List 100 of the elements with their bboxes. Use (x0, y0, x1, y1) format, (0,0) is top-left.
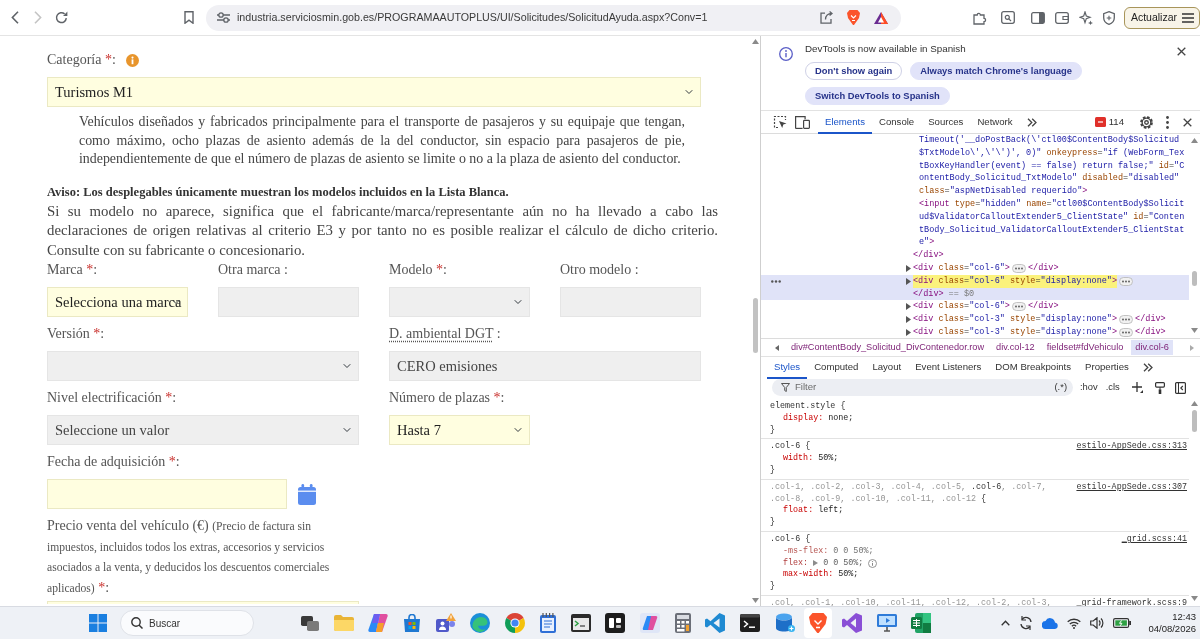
source-link[interactable]: estilo-AppSede.css:307 (1076, 481, 1187, 494)
people-warning-icon[interactable] (435, 613, 456, 633)
dark-tile-icon[interactable] (605, 613, 626, 633)
calculator-icon[interactable] (674, 613, 691, 633)
breadcrumb-item[interactable]: div.col-6 (1131, 339, 1173, 356)
battery-icon[interactable] (1113, 618, 1132, 628)
expand-icon[interactable] (813, 560, 819, 567)
filter-field[interactable]: Filter (.*) (772, 379, 1073, 396)
chevron-up-icon[interactable] (1001, 620, 1011, 626)
info-icon[interactable] (868, 558, 878, 568)
issues-counter[interactable]: 114 (1094, 114, 1124, 130)
notepad-icon[interactable] (539, 613, 556, 633)
infobar-button[interactable]: Don't show again (805, 62, 903, 80)
scroll-down-icon[interactable] (1191, 328, 1198, 333)
plus-icon[interactable] (1131, 382, 1143, 393)
infobar-button[interactable]: Always match Chrome's language (910, 62, 1082, 80)
infobar-button[interactable]: Switch DevTools to Spanish (805, 87, 950, 105)
regex-toggle[interactable]: (.*) (1054, 380, 1067, 395)
puzzle-icon[interactable] (972, 10, 987, 25)
more-tabs-icon[interactable] (1026, 117, 1037, 127)
back-icon[interactable] (11, 11, 19, 24)
menu-icon[interactable] (1182, 12, 1194, 23)
ribbon-icon[interactable] (705, 613, 726, 633)
reload-icon[interactable] (55, 11, 68, 24)
toolbar-toggle[interactable]: :hov (1080, 380, 1098, 395)
bookmark-icon[interactable] (184, 11, 194, 24)
swirl-circle-icon[interactable] (470, 613, 491, 633)
source-link[interactable]: estilo-AppSede.css:313 (1076, 441, 1187, 454)
element-tag[interactable]: <div class="col-3" style="display:none"> (913, 313, 1118, 326)
expand-icon[interactable] (906, 264, 911, 272)
scrollbar-thumb[interactable] (1192, 271, 1197, 286)
monitor-icon[interactable] (876, 614, 897, 632)
swirl-tile-icon[interactable] (639, 613, 660, 633)
element-tag[interactable]: <div class="col-6"> (913, 261, 1010, 275)
shield-icon[interactable] (846, 10, 860, 25)
breadcrumb-item[interactable]: fieldset#fdVehiculo (1042, 339, 1128, 356)
dropdown[interactable]: Hasta 7 (389, 415, 530, 445)
swirl-icon[interactable] (368, 614, 389, 632)
close-icon[interactable] (1183, 117, 1192, 127)
panel-tab[interactable]: Computed (807, 356, 866, 379)
address-bar[interactable]: industria.serviciosmin.gob.es/PROGRAMAAUTOPLUS/UI/Solicitudes/SolicitudAyuda.aspx?Conv=1 (206, 4, 901, 31)
toolbar-toggle[interactable]: .cls (1105, 380, 1120, 395)
more-tabs-icon[interactable] (1142, 363, 1153, 372)
bag-icon[interactable] (403, 614, 422, 632)
panel-tab[interactable]: Event Listeners (908, 356, 989, 379)
shield-cross-icon[interactable] (1102, 10, 1115, 25)
panel-tab[interactable]: Sources (921, 110, 971, 134)
sparkle-icon[interactable] (1078, 10, 1093, 25)
ellipsis-icon[interactable] (1011, 302, 1026, 312)
date-field[interactable] (47, 479, 287, 509)
element-tag[interactable]: <div class="col-6" style="display:none"> (913, 274, 1118, 288)
scrollbar-thumb[interactable] (753, 298, 758, 353)
tune-icon[interactable] (217, 12, 230, 23)
wifi-icon[interactable] (1067, 617, 1082, 629)
tricolor-circle-icon[interactable] (505, 613, 526, 633)
sync-icon[interactable] (1019, 616, 1034, 630)
sidebar-icon[interactable] (1030, 11, 1045, 24)
panel-tab[interactable]: DOM Breakpoints (988, 356, 1079, 379)
task-view-icon[interactable] (301, 615, 319, 631)
source-link[interactable]: _grid.scss:41 (1121, 533, 1187, 546)
sidebar-toggle-icon[interactable] (1174, 381, 1186, 394)
update-button[interactable]: Actualizar (1123, 6, 1200, 29)
source-link[interactable]: _grid-framework.scss:9 (1076, 597, 1187, 610)
ellipsis-icon[interactable] (1119, 315, 1134, 325)
ellipsis-icon[interactable] (1011, 263, 1026, 273)
start-icon[interactable] (89, 614, 107, 632)
scroll-up-icon[interactable] (1191, 401, 1198, 406)
element-tag[interactable]: <div class="col-3" style="display:none"> (913, 325, 1118, 339)
breadcrumb-item[interactable]: div.col-12 (992, 339, 1039, 356)
panel-tab[interactable]: Network (970, 110, 1020, 134)
speaker-icon[interactable] (1090, 617, 1105, 629)
scroll-down-icon[interactable] (1191, 596, 1198, 601)
expand-icon[interactable] (906, 328, 911, 336)
wallet-icon[interactable] (1054, 11, 1069, 24)
scroll-down-icon[interactable] (752, 598, 759, 603)
panel-tab[interactable]: Console (872, 110, 922, 134)
tab-search-icon[interactable] (1000, 11, 1015, 24)
cloud-icon[interactable] (1042, 617, 1059, 629)
shield-icon[interactable] (804, 608, 833, 638)
share-icon[interactable] (819, 11, 833, 24)
ellipsis-icon[interactable] (1119, 327, 1134, 337)
scroll-up-icon[interactable] (752, 39, 759, 44)
element-tag[interactable]: <div class="col-6"> (913, 300, 1010, 314)
scroll-up-icon[interactable] (1191, 138, 1198, 143)
close-icon[interactable] (1177, 47, 1186, 56)
database-icon[interactable] (774, 613, 795, 633)
spreadsheet-icon[interactable] (911, 613, 932, 633)
roller-icon[interactable] (1154, 381, 1165, 394)
console-window-icon[interactable] (570, 614, 591, 632)
scroll-left-icon[interactable] (775, 344, 779, 351)
dropdown[interactable]: Selecciona una marca (47, 287, 188, 317)
ribbon-icon[interactable] (842, 613, 862, 633)
text-field[interactable] (47, 601, 359, 604)
panel-tab[interactable]: Properties (1078, 356, 1136, 379)
more-icon[interactable] (771, 279, 781, 283)
expand-icon[interactable] (906, 277, 911, 285)
expand-icon[interactable] (906, 316, 911, 324)
expand-icon[interactable] (906, 303, 911, 311)
calendar-icon[interactable] (298, 483, 316, 505)
triangle-icon[interactable] (873, 11, 888, 24)
